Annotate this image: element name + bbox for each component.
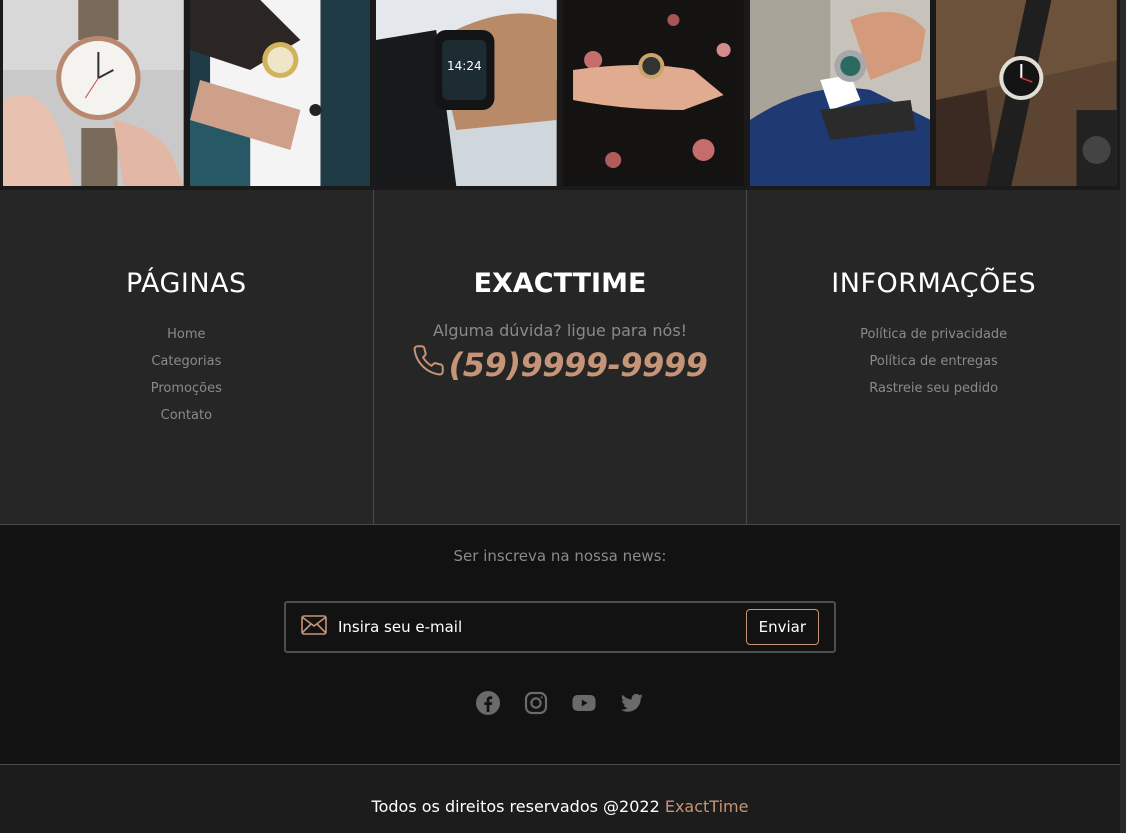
footer-columns: PÁGINAS Home Categorias Promoções Contat… xyxy=(0,190,1120,524)
brand-column: EXACTTIME Alguma dúvida? ligue para nós!… xyxy=(372,190,747,524)
contact-prompt: Alguma dúvida? ligue para nós! xyxy=(432,321,688,340)
phone-text: (59)9999-9999 xyxy=(448,346,708,384)
newsletter-section: Ser inscreva na nossa news: Enviar xyxy=(0,524,1120,764)
gallery-image-watch-on-sweater[interactable] xyxy=(936,0,1118,186)
pages-column: PÁGINAS Home Categorias Promoções Contat… xyxy=(0,190,373,524)
brand-title: EXACTTIME xyxy=(473,268,647,299)
link-contato[interactable]: Contato xyxy=(0,402,373,429)
newsletter-label: Ser inscreva na nossa news: xyxy=(453,547,667,565)
copyright-brand[interactable]: ExactTime xyxy=(665,797,749,816)
gallery-image-floral-dress-watch[interactable] xyxy=(563,0,744,186)
pages-links: Home Categorias Promoções Contato xyxy=(0,321,373,429)
page-scrollbar[interactable] xyxy=(1120,0,1126,833)
link-delivery-policy[interactable]: Política de entregas xyxy=(747,348,1120,375)
link-categorias[interactable]: Categorias xyxy=(0,348,373,375)
svg-text:14:24: 14:24 xyxy=(447,59,482,73)
link-promocoes[interactable]: Promoções xyxy=(0,375,373,402)
gallery-image-smartwatch[interactable]: 14:24 xyxy=(376,0,558,186)
gallery-image-gold-watch[interactable] xyxy=(189,0,371,186)
watch-gallery: 14:24 xyxy=(0,0,1120,190)
link-privacy-policy[interactable]: Política de privacidade xyxy=(747,321,1120,348)
twitter-icon[interactable] xyxy=(620,691,644,715)
youtube-icon[interactable] xyxy=(572,691,596,715)
email-input[interactable] xyxy=(338,612,746,642)
info-links: Política de privacidade Política de entr… xyxy=(747,321,1120,402)
link-home[interactable]: Home xyxy=(0,321,373,348)
mail-icon xyxy=(301,615,338,639)
facebook-icon[interactable] xyxy=(476,691,500,715)
social-links xyxy=(0,691,1120,715)
phone-number[interactable]: (59)9999-9999 xyxy=(413,344,708,386)
copyright-bar: Todos os direitos reservados @2022 Exact… xyxy=(0,764,1120,833)
send-button[interactable]: Enviar xyxy=(745,609,819,645)
link-track-order[interactable]: Rastreie seu pedido xyxy=(747,375,1120,402)
gallery-image-watch-hand[interactable] xyxy=(3,0,184,186)
instagram-icon[interactable] xyxy=(524,691,548,715)
info-title: INFORMAÇÕES xyxy=(831,268,1037,299)
newsletter-form: Enviar xyxy=(284,601,836,653)
info-column: INFORMAÇÕES Política de privacidade Polí… xyxy=(746,190,1120,524)
phone-icon xyxy=(413,344,447,386)
copyright-text: Todos os direitos reservados @2022 xyxy=(371,797,660,816)
gallery-image-blue-suit-watch[interactable] xyxy=(749,0,931,186)
pages-title: PÁGINAS xyxy=(125,268,247,299)
